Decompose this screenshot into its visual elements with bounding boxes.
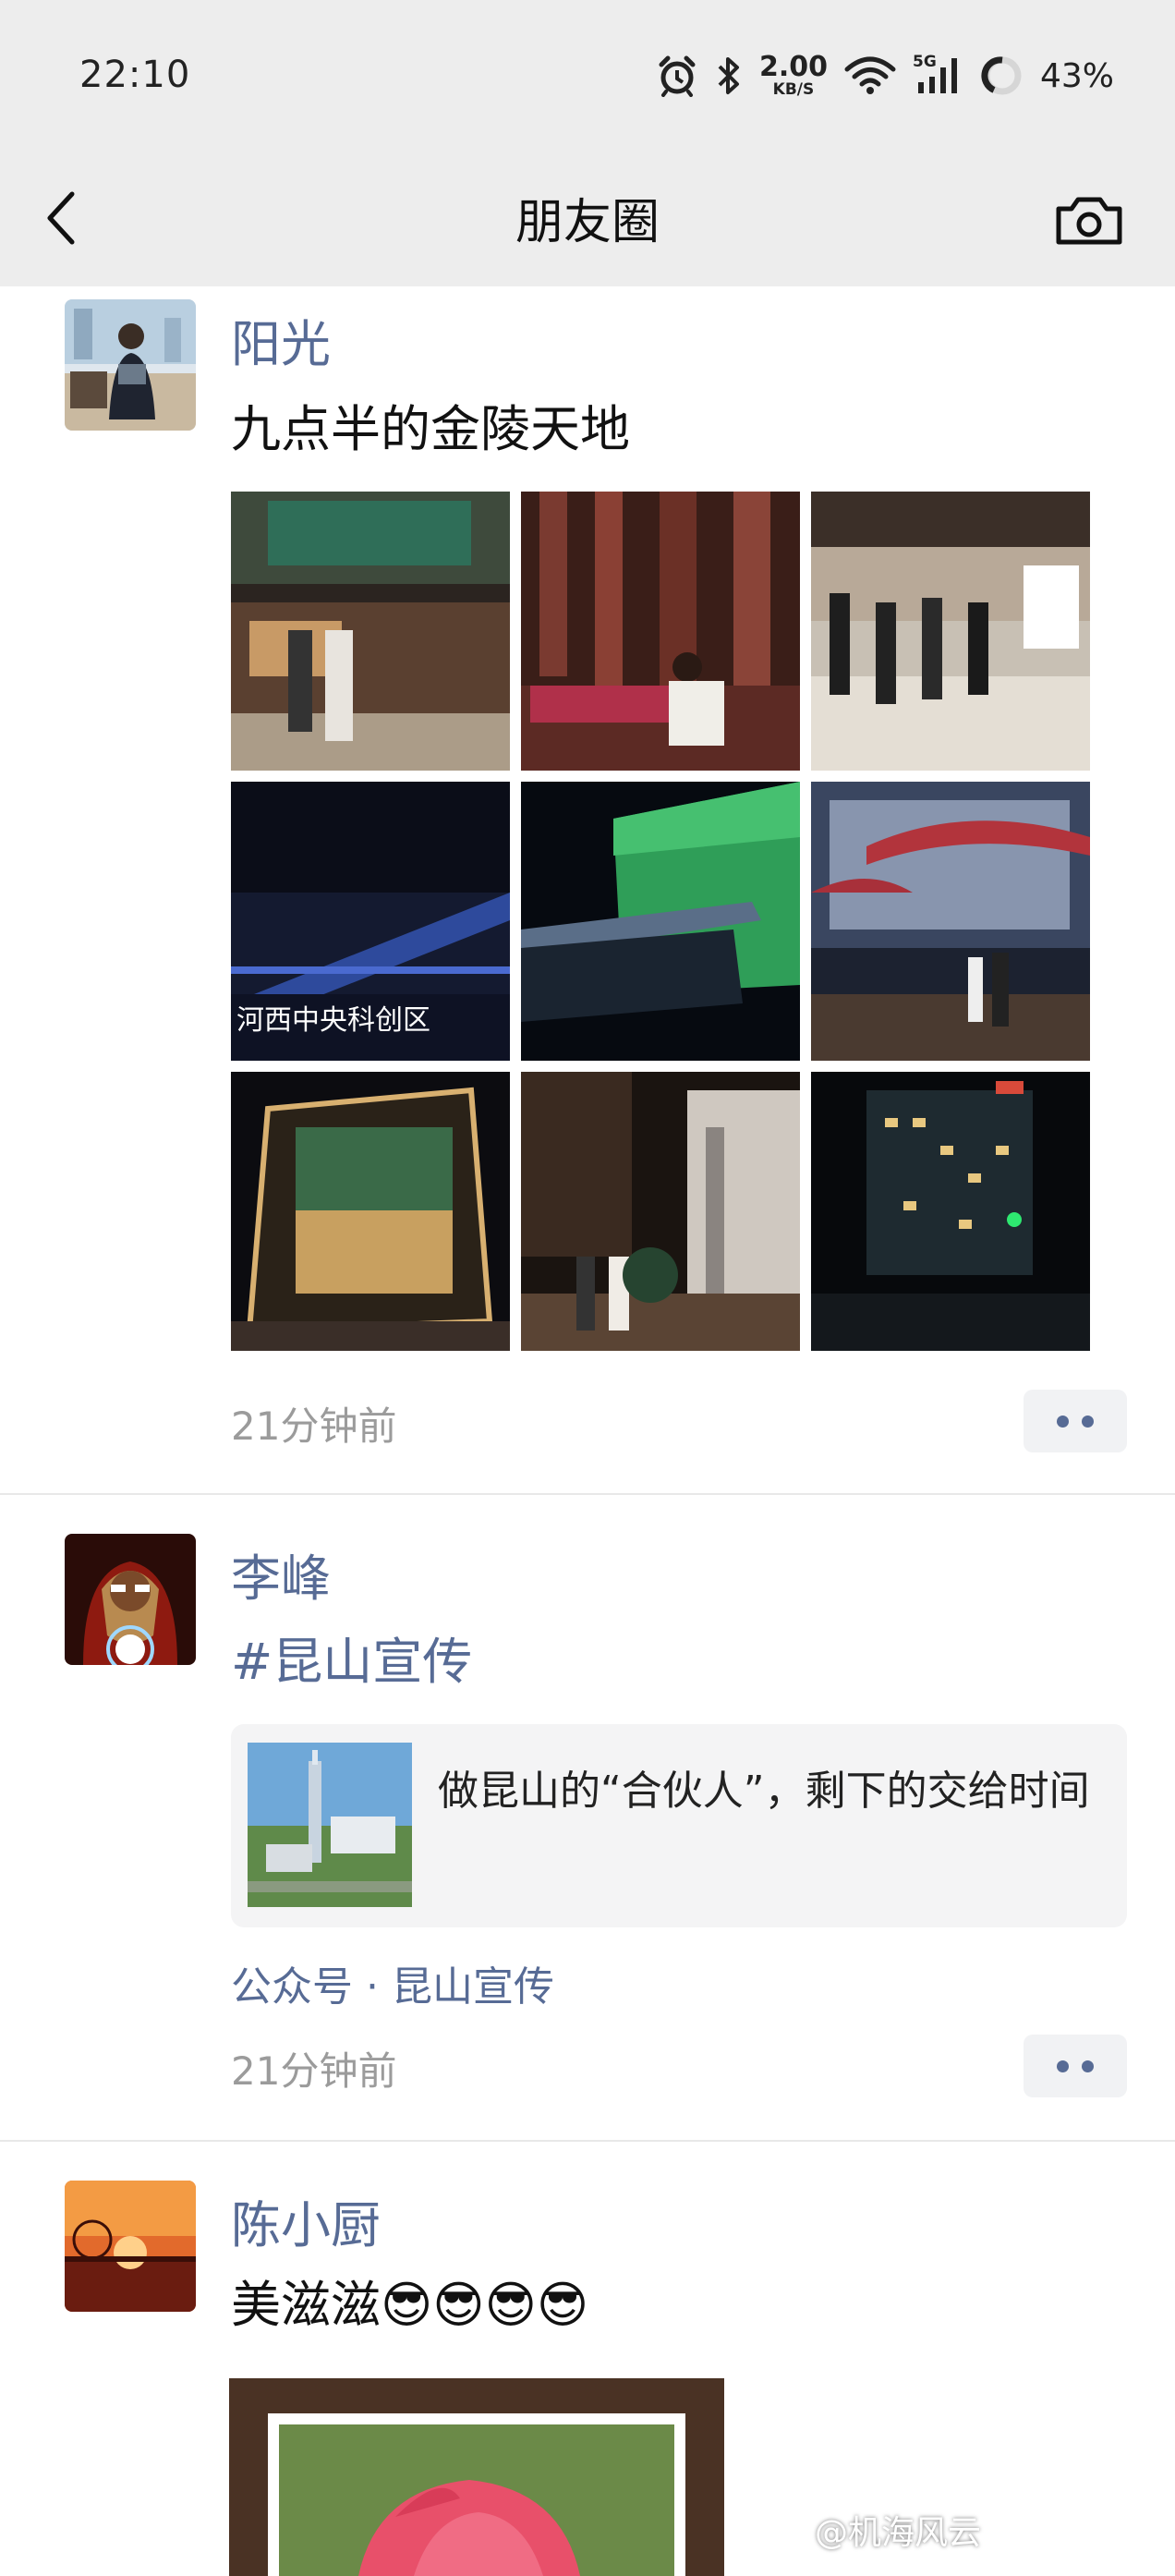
moment-post: 陈小厨 美滋滋😎😎😎😎	[0, 2142, 1175, 2576]
post-image[interactable]	[229, 2378, 724, 2576]
wifi-icon	[844, 56, 896, 94]
weibo-icon	[770, 2516, 806, 2546]
post-timestamp: 21分钟前	[231, 1403, 397, 1449]
avatar[interactable]	[65, 299, 196, 431]
alarm-icon	[659, 55, 696, 97]
more-actions-button[interactable]	[1024, 1390, 1127, 1452]
photo-thumbnail[interactable]	[521, 492, 800, 771]
username[interactable]: 李峰	[231, 1537, 331, 1610]
username[interactable]: 陈小厨	[231, 2184, 381, 2257]
battery-percent: 43%	[1039, 56, 1114, 95]
clock: 22:10	[79, 54, 191, 96]
post-text: 美滋滋😎😎😎😎	[231, 2276, 589, 2334]
page-title: 朋友圈	[515, 195, 660, 250]
article-title: 做昆山的“合伙人”，剩下的交给时间	[438, 1768, 1090, 1815]
photo-thumbnail[interactable]	[521, 782, 800, 1061]
photo-thumbnail[interactable]	[811, 492, 1090, 771]
dot-icon	[1057, 2060, 1069, 2072]
watermark: @机海风云	[770, 2506, 981, 2554]
dot-icon	[1082, 2060, 1094, 2072]
post-timestamp: 21分钟前	[231, 2048, 397, 2094]
status-bar: 22:10 2.00 KB/S 5G 43%	[0, 0, 1175, 155]
camera-icon	[1056, 197, 1122, 245]
dot-icon	[1057, 1415, 1069, 1428]
nav-bar: 朋友圈	[0, 155, 1175, 286]
photo-thumbnail[interactable]	[521, 1072, 800, 1351]
network-speed: 2.00 KB/S	[759, 54, 828, 98]
photo-thumbnail[interactable]	[811, 782, 1090, 1061]
hashtag-link[interactable]: #昆山宣传	[231, 1621, 472, 1694]
post-text: 九点半的金陵天地	[231, 400, 630, 458]
more-actions-button[interactable]	[1024, 2035, 1127, 2097]
photo-thumbnail[interactable]: 河西中央科创区	[231, 782, 510, 1061]
article-source[interactable]: 公众号 · 昆山宣传	[231, 1953, 554, 2012]
status-icons: 2.00 KB/S 5G 43%	[656, 48, 1114, 103]
cellular-signal-icon: 5G	[913, 55, 964, 97]
bluetooth-icon	[718, 57, 739, 94]
article-thumbnail	[248, 1743, 412, 1907]
battery-icon	[981, 56, 1022, 95]
photo-thumbnail[interactable]	[811, 1072, 1090, 1351]
photo-grid: 河西中央科创区	[231, 492, 1090, 1351]
dot-icon	[1082, 1415, 1094, 1428]
photo-thumbnail[interactable]	[231, 1072, 510, 1351]
camera-button[interactable]	[1051, 183, 1127, 257]
svg-text:河西中央科创区: 河西中央科创区	[236, 1004, 430, 1037]
article-link-card[interactable]: 做昆山的“合伙人”，剩下的交给时间	[231, 1724, 1127, 1927]
moment-post: 李峰 #昆山宣传 做昆山的“合伙人”，剩下的交给时间 公众号 · 昆山宣传 21…	[0, 1495, 1175, 2142]
watermark-text: @机海风云	[814, 2514, 981, 2552]
network-speed-value: 2.00	[758, 51, 828, 83]
photo-thumbnail[interactable]	[231, 492, 510, 771]
avatar[interactable]	[65, 2181, 196, 2312]
username[interactable]: 阳光	[231, 303, 331, 376]
network-speed-unit: KB/S	[772, 80, 815, 99]
moments-feed: 阳光 九点半的金陵天地 河西中央科创区 21分钟前 李峰 #昆山宣传 做昆山的“…	[0, 286, 1175, 2576]
avatar[interactable]	[65, 1534, 196, 1665]
moment-post: 阳光 九点半的金陵天地 河西中央科创区 21分钟前	[0, 286, 1175, 1495]
